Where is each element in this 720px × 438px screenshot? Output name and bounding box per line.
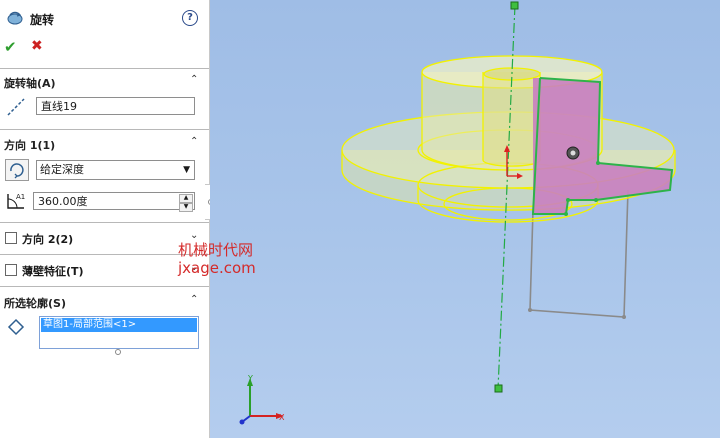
end-condition-value: 给定深度 bbox=[40, 163, 84, 176]
triad-x-label: X bbox=[279, 413, 285, 422]
spin-down-icon[interactable]: ▼ bbox=[179, 203, 193, 212]
axis-field[interactable]: 直线19 bbox=[36, 97, 195, 115]
axis-collapse-icon[interactable]: ⌃ bbox=[190, 74, 198, 85]
feature-title: 旋转 bbox=[30, 13, 55, 27]
cancel-button[interactable]: ✖ bbox=[31, 38, 43, 54]
line-axis-icon bbox=[6, 97, 26, 120]
profile-section-title[interactable]: 所选轮廓(S) bbox=[4, 295, 66, 311]
sketch-profile-icon bbox=[7, 318, 25, 339]
help-icon[interactable]: ? bbox=[182, 10, 198, 26]
direction1-collapse-icon[interactable]: ⌃ bbox=[190, 136, 198, 147]
direction2-checkbox[interactable] bbox=[5, 232, 17, 244]
profile-collapse-icon[interactable]: ⌃ bbox=[190, 294, 198, 305]
watermark-text: 机械时代网 bbox=[178, 241, 254, 259]
direction2-label[interactable]: 方向 2(2) bbox=[22, 231, 73, 247]
divider bbox=[0, 68, 209, 69]
feature-header: 旋转 ? bbox=[0, 8, 209, 30]
angle-value: 360.00度 bbox=[38, 195, 88, 208]
svg-text:A1: A1 bbox=[16, 193, 25, 201]
divider bbox=[0, 222, 209, 223]
axis-section-title[interactable]: 旋转轴(A) bbox=[4, 75, 56, 91]
watermark-url: jxage.com bbox=[178, 259, 256, 277]
reverse-direction-icon[interactable] bbox=[5, 159, 29, 181]
property-manager: 旋转 ? ✔ ✖ 旋转轴(A) ⌃ 直线19 方向 1(1) ⌃ 给定深度 ▼ … bbox=[0, 0, 210, 438]
resize-handle[interactable] bbox=[115, 349, 121, 355]
view-triad bbox=[239, 378, 284, 425]
thin-feature-label[interactable]: 薄壁特征(T) bbox=[22, 263, 84, 279]
profile-list[interactable]: 草图1-局部范围<1> bbox=[39, 316, 199, 349]
divider bbox=[0, 129, 209, 130]
triad-y-label: Y bbox=[248, 374, 253, 383]
rotate-cursor-icon bbox=[566, 146, 580, 160]
angle-icon: A1 bbox=[5, 190, 27, 215]
list-item[interactable]: 草图1-局部范围<1> bbox=[41, 318, 197, 332]
end-condition-select[interactable]: 给定深度 ▼ bbox=[36, 160, 195, 180]
divider bbox=[0, 286, 209, 287]
angle-field[interactable]: 360.00度 ▲ ▼ bbox=[33, 192, 195, 212]
dropdown-icon: ▼ bbox=[183, 165, 190, 175]
ok-button[interactable]: ✔ bbox=[4, 38, 17, 56]
revolve-icon bbox=[6, 9, 24, 27]
angle-spinner[interactable]: ▲ ▼ bbox=[179, 194, 193, 212]
direction1-title[interactable]: 方向 1(1) bbox=[4, 137, 55, 153]
spin-up-icon[interactable]: ▲ bbox=[179, 194, 193, 203]
graphics-viewport[interactable]: Y X bbox=[210, 0, 720, 438]
thin-feature-checkbox[interactable] bbox=[5, 264, 17, 276]
